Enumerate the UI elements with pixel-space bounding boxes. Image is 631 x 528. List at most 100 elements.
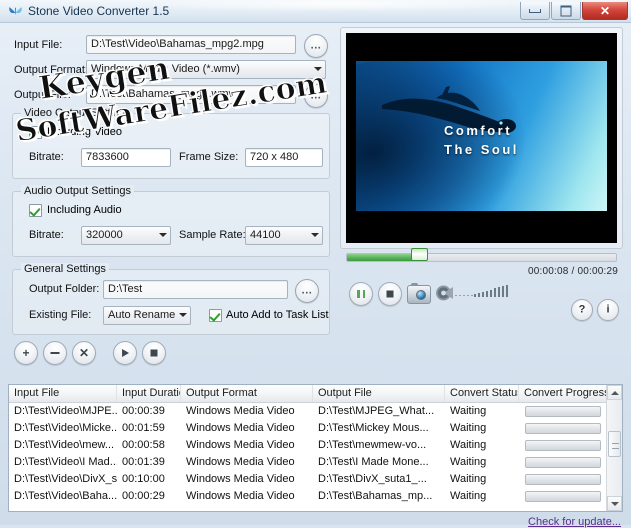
minimize-button[interactable] xyxy=(520,2,550,20)
browse-output-folder-button[interactable]: ... xyxy=(295,279,319,303)
table-row[interactable]: D:\Test\Video\DivX_s... 00:10:00 Windows M… xyxy=(9,471,622,488)
output-folder-label: Output Folder: xyxy=(29,283,100,295)
input-file-field[interactable]: D:\Test\Video\Bahamas_mpg2.mpg xyxy=(86,35,296,54)
stop-icon xyxy=(150,349,158,357)
video-bitrate-label: Bitrate: xyxy=(29,151,64,163)
video-output-settings-group: Video Output Settings Including Video Bi… xyxy=(12,107,330,179)
video-bitrate-field[interactable]: 7833600 xyxy=(81,148,171,167)
close-button[interactable]: ✕ xyxy=(582,2,628,20)
convert-progress-bar xyxy=(525,440,601,451)
cross-icon: ✕ xyxy=(78,346,90,360)
clear-tasks-button[interactable]: ✕ xyxy=(72,341,96,365)
minimize-icon xyxy=(529,8,541,13)
seek-bar-fill xyxy=(347,254,420,261)
seek-bar-wrapper[interactable] xyxy=(346,248,617,264)
caret-up-icon xyxy=(610,390,619,395)
pause-button[interactable] xyxy=(349,282,373,306)
including-video-label: Including Video xyxy=(47,126,123,138)
seek-bar-thumb[interactable] xyxy=(411,248,428,261)
remove-task-button[interactable] xyxy=(43,341,67,365)
convert-progress-bar xyxy=(525,457,601,468)
output-file-field[interactable]: D:\Test\Bahamas_mpg2.wmv xyxy=(86,85,296,104)
column-header-input-file[interactable]: Input File xyxy=(9,385,117,402)
output-format-select[interactable]: Windows Media Video (*.wmv) xyxy=(86,60,326,79)
snapshot-button[interactable] xyxy=(407,283,431,304)
cell-output-format: Windows Media Video xyxy=(186,439,295,451)
column-header-output-file[interactable]: Output File xyxy=(313,385,445,402)
seek-bar-track[interactable] xyxy=(346,253,617,262)
table-row[interactable]: D:\Test\Video\MJPE... 00:00:39 Windows Med… xyxy=(9,403,622,420)
chevron-down-icon xyxy=(311,233,319,237)
add-task-button[interactable]: + xyxy=(14,341,38,365)
sample-rate-select[interactable]: 44100 xyxy=(245,226,323,245)
titlebar-glass-highlight xyxy=(120,0,550,12)
scrollbar-thumb[interactable] xyxy=(608,431,621,457)
audio-bitrate-label: Bitrate: xyxy=(29,229,64,241)
cell-input-duration: 00:01:39 xyxy=(122,456,165,468)
cell-convert-status: Waiting xyxy=(450,422,487,434)
including-audio-checkbox[interactable] xyxy=(29,204,42,217)
audio-bitrate-value: 320000 xyxy=(86,229,123,241)
task-list-rows: D:\Test\Video\MJPE... 00:00:39 Windows Med… xyxy=(9,403,622,505)
table-row[interactable]: D:\Test\Video\mew... 00:00:58 Windows Medi… xyxy=(9,437,622,454)
including-video-checkbox[interactable] xyxy=(29,126,42,139)
volume-low-dots xyxy=(455,294,473,296)
table-row[interactable]: D:\Test\Video\Micke... 00:01:59 Windows Me… xyxy=(9,420,622,437)
maximize-button[interactable] xyxy=(551,2,581,20)
video-overlay-text-line2: The Soul xyxy=(444,142,519,157)
chevron-down-icon xyxy=(159,233,167,237)
column-header-input-duration[interactable]: Input Duration xyxy=(117,385,181,402)
output-format-row: Output Format: Windows Media Video (*.wm… xyxy=(8,60,338,80)
scroll-down-button[interactable] xyxy=(607,496,622,511)
preview-stop-button[interactable] xyxy=(378,282,402,306)
chevron-down-icon xyxy=(314,67,322,71)
table-row[interactable]: D:\Test\Video\I Mad... 00:01:39 Windows Me… xyxy=(9,454,622,471)
column-header-convert-progress[interactable]: Convert Progress xyxy=(519,385,609,402)
existing-file-value: Auto Rename xyxy=(108,309,176,321)
cell-output-file: D:\Test\MJPEG_What... xyxy=(318,405,435,417)
auto-add-to-task-list-label: Auto Add to Task List xyxy=(226,309,329,321)
stop-convert-button[interactable] xyxy=(142,341,166,365)
question-mark-icon: ? xyxy=(578,303,586,316)
play-icon xyxy=(122,349,130,357)
volume-icon[interactable] xyxy=(435,283,455,303)
task-list-scrollbar[interactable] xyxy=(606,385,622,511)
cell-output-file: D:\Test\Mickey Mous... xyxy=(318,422,429,434)
info-icon: i xyxy=(606,303,610,316)
browse-output-file-button[interactable]: ... xyxy=(304,84,328,108)
cell-input-file: D:\Test\Video\mew... xyxy=(14,439,115,451)
window-controls: ✕ xyxy=(519,2,628,20)
cell-output-format: Windows Media Video xyxy=(186,456,295,468)
task-list[interactable]: Input FileInput DurationOutput FormatOut… xyxy=(8,384,623,512)
column-header-output-format[interactable]: Output Format xyxy=(181,385,313,402)
frame-size-field[interactable]: 720 x 480 xyxy=(245,148,323,167)
audio-bitrate-select[interactable]: 320000 xyxy=(81,226,171,245)
cell-input-duration: 00:01:59 xyxy=(122,422,165,434)
volume-level-bars[interactable] xyxy=(474,285,510,297)
browse-input-file-button[interactable]: ... xyxy=(304,34,328,58)
ellipsis-icon: ... xyxy=(310,39,322,52)
column-header-convert-status[interactable]: Convert Status xyxy=(445,385,519,402)
stop-icon xyxy=(386,290,394,298)
cell-input-file: D:\Test\Video\I Mad... xyxy=(14,456,117,468)
butterfly-icon xyxy=(9,7,22,15)
video-frame: Comfort The Soul xyxy=(356,61,607,211)
ellipsis-icon: ... xyxy=(301,284,313,297)
convert-progress-bar xyxy=(525,474,601,485)
general-settings-title: General Settings xyxy=(21,263,109,275)
video-screen[interactable]: Comfort The Soul xyxy=(346,33,617,243)
output-file-row: Output File: D:\Test\Bahamas_mpg2.wmv ..… xyxy=(8,84,338,108)
table-row[interactable]: D:\Test\Video\Baha... 00:00:29 Windows Med… xyxy=(9,488,622,505)
sample-rate-label: Sample Rate: xyxy=(179,229,246,241)
scroll-up-button[interactable] xyxy=(607,385,622,400)
output-folder-field[interactable]: D:\Test xyxy=(103,280,288,299)
cell-output-format: Windows Media Video xyxy=(186,405,295,417)
about-button[interactable]: i xyxy=(597,299,619,321)
start-convert-button[interactable] xyxy=(113,341,137,365)
help-button[interactable]: ? xyxy=(571,299,593,321)
auto-add-to-task-list-checkbox[interactable] xyxy=(209,309,222,322)
cell-output-format: Windows Media Video xyxy=(186,473,295,485)
existing-file-select[interactable]: Auto Rename xyxy=(103,306,191,325)
check-for-update-link[interactable]: Check for update... xyxy=(528,516,621,528)
convert-progress-bar xyxy=(525,423,601,434)
